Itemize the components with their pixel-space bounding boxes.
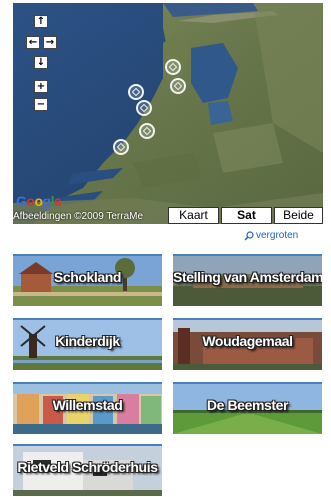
tile-woudagemaal[interactable]: Woudagemaal xyxy=(173,318,322,370)
map-marker[interactable] xyxy=(128,84,144,100)
map-marker[interactable] xyxy=(136,100,152,116)
map-marker[interactable] xyxy=(139,123,155,139)
tile-label: Kinderdijk xyxy=(55,333,120,349)
enlarge-map-link[interactable]: vergroten xyxy=(244,229,298,243)
map-marker[interactable] xyxy=(165,59,181,75)
pan-down-button[interactable]: ↓ xyxy=(34,56,48,69)
tile-schokland[interactable]: Schokland xyxy=(13,254,162,306)
pan-right-button[interactable]: → xyxy=(43,36,57,49)
tile-stelling-van-amsterdam[interactable]: Stelling van Amsterdam xyxy=(173,254,322,306)
enlarge-label: vergroten xyxy=(256,230,299,241)
zoom-in-button[interactable]: + xyxy=(34,80,48,93)
satellite-map[interactable]: ↑ ← → ↓ + − Google Afbeeldingen ©2009 Te… xyxy=(13,3,323,224)
tile-kinderdijk[interactable]: Kinderdijk xyxy=(13,318,162,370)
pan-left-button[interactable]: ← xyxy=(26,36,40,49)
tile-label: De Beemster xyxy=(206,397,289,413)
google-logo[interactable]: Google xyxy=(16,193,62,209)
map-type-sat-button[interactable]: Sat xyxy=(221,207,272,224)
map-type-beide-button[interactable]: Beide xyxy=(274,207,323,224)
tile-label: Schokland xyxy=(53,269,122,285)
map-marker[interactable] xyxy=(113,139,129,155)
tile-de-beemster[interactable]: De Beemster xyxy=(173,382,322,434)
map-type-kaart-button[interactable]: Kaart xyxy=(168,207,219,224)
map-copyright: Afbeeldingen ©2009 TerraMe xyxy=(13,211,144,222)
magnifier-icon xyxy=(244,231,254,241)
tile-label: Rietveld Schröderhuis xyxy=(17,459,158,475)
tile-willemstad[interactable]: Willemstad xyxy=(13,382,162,434)
tile-label: Willemstad xyxy=(52,397,123,413)
pan-up-button[interactable]: ↑ xyxy=(34,15,48,28)
zoom-out-button[interactable]: − xyxy=(34,98,48,111)
map-marker[interactable] xyxy=(170,78,186,94)
tile-label: Stelling van Amsterdam xyxy=(173,269,322,285)
tile-label: Woudagemaal xyxy=(202,333,293,349)
map-imagery xyxy=(13,3,323,224)
tile-rietveld-schroderhuis[interactable]: Rietveld Schröderhuis xyxy=(13,444,162,496)
